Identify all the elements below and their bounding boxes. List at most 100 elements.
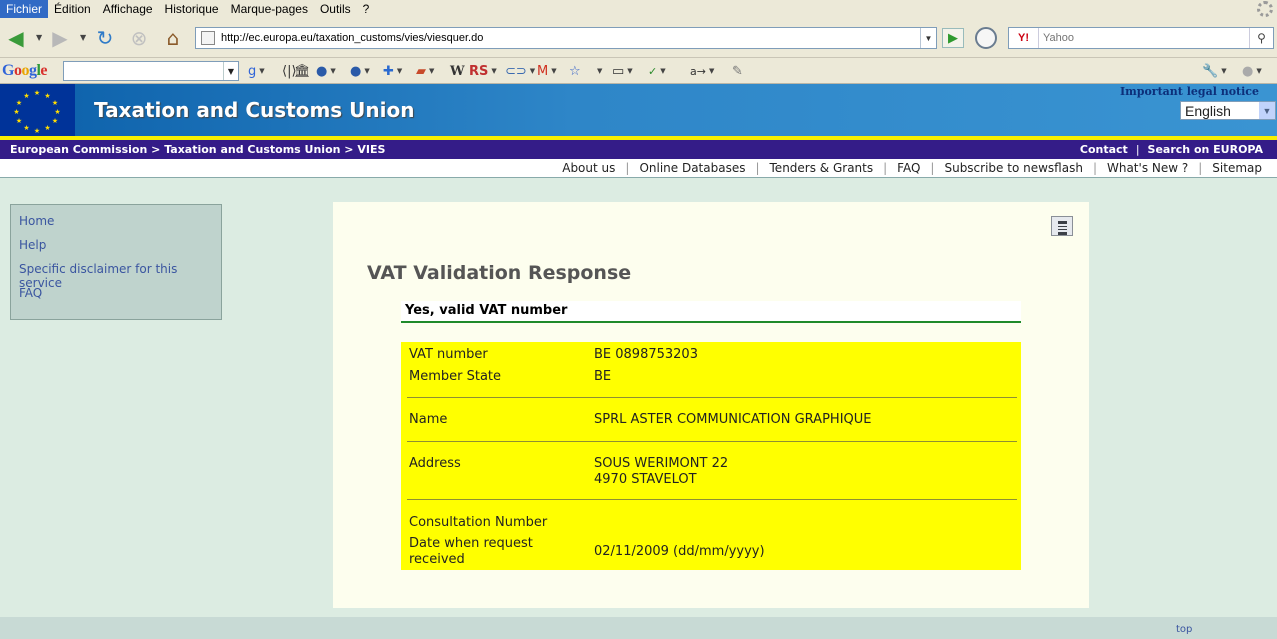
menu-view[interactable]: Affichage xyxy=(97,0,159,18)
vat-number-value: BE 0898753203 xyxy=(594,347,698,362)
svg-text:★: ★ xyxy=(16,117,22,125)
go-button[interactable]: ▶ xyxy=(942,28,964,48)
address-line-1: SOUS WERIMONT 22 xyxy=(594,456,729,471)
contact-link[interactable]: Contact xyxy=(1080,143,1128,156)
sidebar-item-home[interactable]: Home xyxy=(19,214,221,238)
chevron-down-icon[interactable]: ▼ xyxy=(1259,102,1275,119)
add-button-icon[interactable]: ✚ ▼ xyxy=(383,62,402,80)
google-logo: Google xyxy=(2,62,48,79)
google-search-icon[interactable]: g ▼ xyxy=(248,62,265,80)
menu-help[interactable]: ? xyxy=(357,0,376,18)
more-dropdown-icon[interactable]: ▼ xyxy=(594,62,602,80)
sidebar-item-help[interactable]: Help xyxy=(19,238,221,262)
globe-icon[interactable]: ● ▼ xyxy=(316,62,336,80)
home-icon[interactable]: ⌂ xyxy=(161,26,185,50)
consultation-label: Consultation Number xyxy=(409,515,548,530)
share-icon[interactable]: ⊂⊃ ▼ xyxy=(505,62,535,80)
date-value: 02/11/2009 (dd/mm/yyyy) xyxy=(594,544,765,559)
validation-status: Yes, valid VAT number xyxy=(401,301,1021,323)
top-links-bar: About us | Online Databases | Tenders & Gr… xyxy=(0,159,1277,178)
wikipedia-icon[interactable]: W xyxy=(450,62,465,80)
date-label: Date when request received xyxy=(409,536,584,568)
clock-icon[interactable] xyxy=(975,27,997,49)
site-banner: ★ ★ ★ ★ ★ ★ ★ ★ ★ ★ ★ ★ Taxation and Customs Uni… xyxy=(0,84,1277,136)
footer: top xyxy=(0,617,1277,639)
google-search-input[interactable]: ▼ xyxy=(63,61,239,81)
url-text[interactable]: http://ec.europa.eu/taxation_customs/vie… xyxy=(221,32,920,44)
faq-link[interactable]: FAQ xyxy=(897,161,920,175)
svg-text:★: ★ xyxy=(13,108,19,116)
menu-bookmarks[interactable]: Marque-pages xyxy=(225,0,314,18)
stop-icon[interactable]: ⊗ xyxy=(127,26,151,50)
address-label: Address xyxy=(409,456,461,471)
forward-history-dropdown[interactable]: ▼ xyxy=(80,33,86,42)
navigation-toolbar: ◀ ▼ ▶ ▼ ↻ ⊗ ⌂ http://ec.europa.eu/taxati… xyxy=(0,18,1277,58)
whats-new-link[interactable]: What's New ? xyxy=(1107,161,1188,175)
address-bar[interactable]: http://ec.europa.eu/taxation_customs/vie… xyxy=(195,27,937,49)
bank-icon[interactable]: 🏛 xyxy=(294,62,311,80)
svg-text:★: ★ xyxy=(34,89,40,97)
throbber-icon xyxy=(1257,1,1273,17)
translate-icon[interactable]: a→ ▼ xyxy=(690,62,714,80)
search-engine-selector[interactable]: Y! xyxy=(1009,28,1039,48)
back-arrow-icon[interactable]: ◀ xyxy=(4,26,28,50)
print-icon[interactable] xyxy=(1051,216,1073,236)
divider xyxy=(407,397,1017,398)
main-content: VAT Validation Response Yes, valid VAT n… xyxy=(333,202,1089,608)
search-bar[interactable]: Y! ⚲ xyxy=(1008,27,1274,49)
search-europa-link[interactable]: Search on EUROPA xyxy=(1148,143,1263,156)
member-state-label: Member State xyxy=(409,369,502,384)
date-label-line-1: Date when request xyxy=(409,536,533,551)
online-databases-link[interactable]: Online Databases xyxy=(639,161,745,175)
back-history-dropdown[interactable]: ▼ xyxy=(36,33,42,42)
forward-arrow-icon[interactable]: ▶ xyxy=(48,26,72,50)
menu-history[interactable]: Historique xyxy=(159,0,225,18)
sitemap-link[interactable]: Sitemap xyxy=(1212,161,1262,175)
svg-text:★: ★ xyxy=(23,92,29,100)
bookmarks-icon[interactable]: ▰ ▼ xyxy=(416,62,434,80)
name-label: Name xyxy=(409,412,448,427)
page-title: VAT Validation Response xyxy=(367,262,632,284)
menu-edit[interactable]: Édition xyxy=(48,0,97,18)
highlighter-icon[interactable]: ✎ xyxy=(732,62,743,80)
vat-number-label: VAT number xyxy=(409,347,488,362)
tenders-grants-link[interactable]: Tenders & Grants xyxy=(770,161,874,175)
google-search-dropdown[interactable]: ▼ xyxy=(223,62,238,80)
spellcheck-icon[interactable]: ✓ ▼ xyxy=(648,62,666,80)
address-value: SOUS WERIMONT 22 4970 STAVELOT xyxy=(594,456,728,488)
subscribe-newsflash-link[interactable]: Subscribe to newsflash xyxy=(944,161,1082,175)
search-icon[interactable]: ⚲ xyxy=(1249,28,1273,48)
earth-icon[interactable]: ● ▼ xyxy=(350,62,370,80)
svg-text:★: ★ xyxy=(16,99,22,107)
status-circle-icon[interactable]: ● ▼ xyxy=(1242,62,1262,80)
divider xyxy=(407,441,1017,442)
menu-file[interactable]: Fichier xyxy=(0,0,49,18)
menu-tools[interactable]: Outils xyxy=(314,0,357,18)
divider xyxy=(407,499,1017,500)
reload-icon[interactable]: ↻ xyxy=(93,26,117,50)
top-link[interactable]: top xyxy=(1176,624,1192,635)
autofill-icon[interactable]: ▭ ▼ xyxy=(612,62,633,80)
search-input[interactable] xyxy=(1039,32,1249,44)
svg-text:★: ★ xyxy=(44,124,50,132)
page-icon xyxy=(201,31,215,45)
name-value: SPRL ASTER COMMUNICATION GRAPHIQUE xyxy=(594,412,872,427)
gmail-icon[interactable]: M ▼ xyxy=(537,62,557,80)
address-line-2: 4970 STAVELOT xyxy=(594,472,697,487)
eu-flag-logo: ★ ★ ★ ★ ★ ★ ★ ★ ★ ★ ★ ★ xyxy=(0,84,75,136)
about-us-link[interactable]: About us xyxy=(562,161,615,175)
breadcrumb[interactable]: European Commission > Taxation and Custo… xyxy=(10,143,385,156)
google-toolbar: Google ▼ g ▼ ⟨|⟩ 🏛 ● ▼ ● ▼ ✚ ▼ ▰ ▼ W RS ▼ ⊂⊃ ▼ … xyxy=(0,58,1277,84)
sidebar-item-disclaimer[interactable]: Specific disclaimer for this service xyxy=(19,262,221,290)
url-history-dropdown[interactable]: ▼ xyxy=(920,28,936,48)
svg-text:★: ★ xyxy=(23,124,29,132)
svg-text:★: ★ xyxy=(52,117,58,125)
settings-wrench-icon[interactable]: 🔧 ▼ xyxy=(1202,62,1227,80)
language-select[interactable]: English ▼ xyxy=(1180,101,1276,120)
svg-text:★: ★ xyxy=(52,99,58,107)
svg-text:★: ★ xyxy=(54,108,60,116)
legal-notice-link[interactable]: Important legal notice xyxy=(1120,85,1259,98)
rss-icon[interactable]: RS ▼ xyxy=(469,62,497,80)
breadcrumb-bar: European Commission > Taxation and Custo… xyxy=(0,140,1277,159)
star-icon[interactable]: ☆ xyxy=(569,62,581,80)
